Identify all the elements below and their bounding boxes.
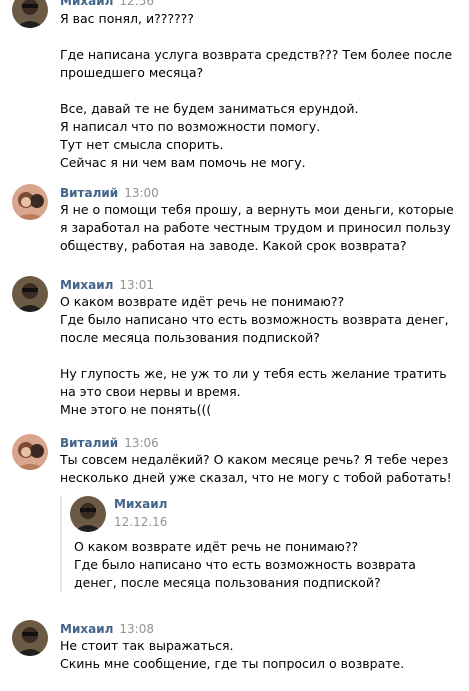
forwarded-message[interactable]: Михаил 12.12.16 О каком возврате идёт ре…	[60, 496, 462, 592]
avatar[interactable]	[12, 620, 48, 656]
message-header: Михаил 13:08	[60, 620, 154, 636]
author-name[interactable]: Михаил	[60, 0, 113, 8]
message-time[interactable]: 13:06	[124, 436, 159, 450]
message-header: Виталий 13:06	[60, 434, 159, 450]
message-header: Михаил 12:56	[60, 0, 154, 8]
message-text: Я вас понял, и?????? Где написана услуга…	[60, 11, 453, 170]
forwarded-author-name[interactable]: Михаил	[114, 496, 167, 512]
message-text: О каком возврате идёт речь не понимаю?? …	[60, 294, 449, 417]
message-text: Не стоит так выражаться. Скинь мне сообщ…	[60, 638, 405, 671]
author-name[interactable]: Виталий	[60, 186, 118, 200]
avatar[interactable]	[12, 184, 48, 220]
forwarded-text: О каком возврате идёт речь не понимаю?? …	[74, 539, 416, 590]
forwarded-date: 12.12.16	[114, 515, 168, 529]
author-name[interactable]: Михаил	[60, 278, 113, 292]
avatar[interactable]	[70, 496, 106, 532]
message-time[interactable]: 13:08	[119, 622, 154, 636]
avatar[interactable]	[12, 434, 48, 470]
message-header: Михаил 13:01	[60, 276, 154, 292]
message-text: Ты совсем недалёкий? О каком месяце речь…	[60, 452, 452, 485]
message-time[interactable]: 12:56	[119, 0, 154, 8]
avatar[interactable]	[12, 0, 48, 28]
message-time[interactable]: 13:01	[119, 278, 154, 292]
message-header: Виталий 13:00	[60, 184, 159, 200]
message-text: Я не о помощи тебя прошу, а вернуть мои …	[60, 202, 454, 253]
author-name[interactable]: Михаил	[60, 622, 113, 636]
avatar[interactable]	[12, 276, 48, 312]
message-time[interactable]: 13:00	[124, 186, 159, 200]
author-name[interactable]: Виталий	[60, 436, 118, 450]
